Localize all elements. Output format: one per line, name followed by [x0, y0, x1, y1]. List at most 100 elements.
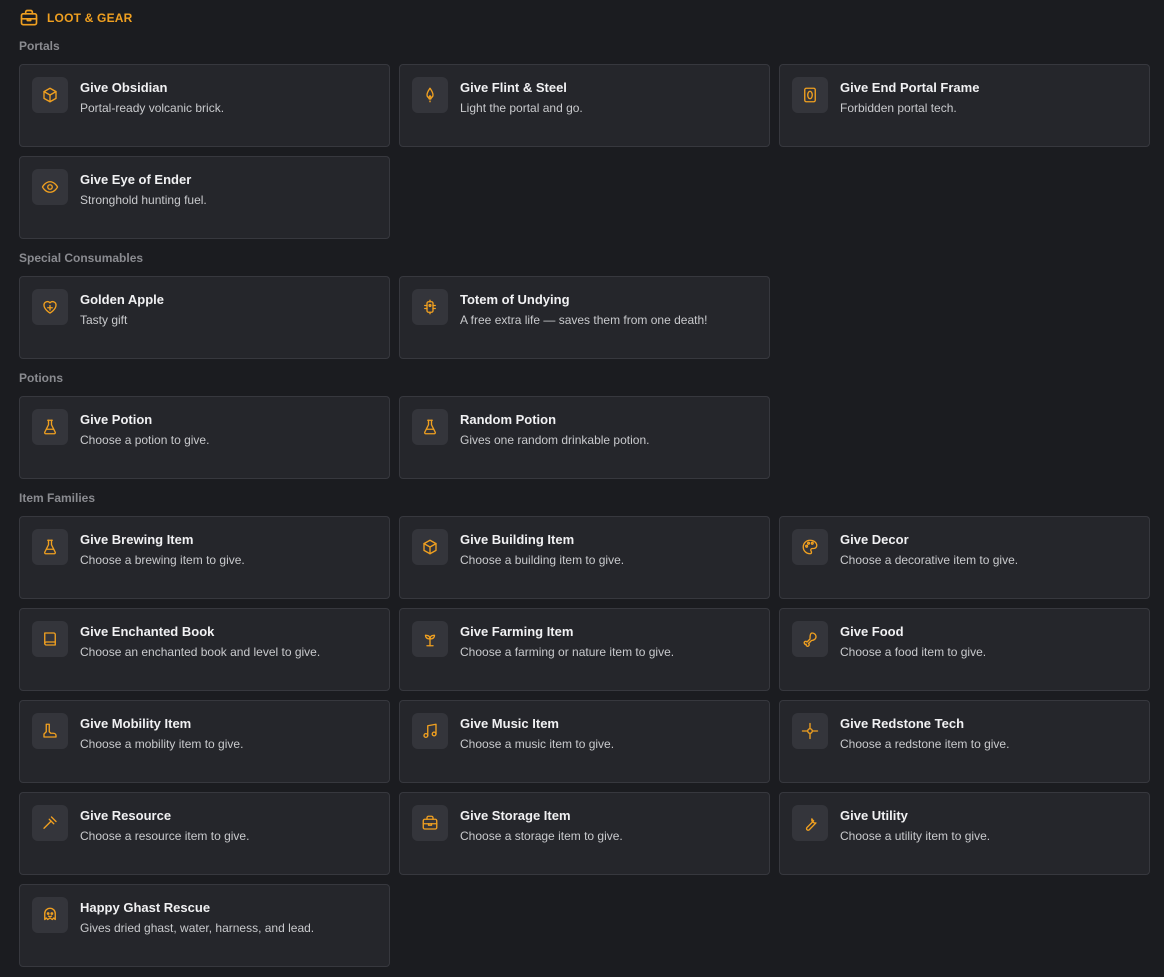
card-happy-ghast-rescue[interactable]: Happy Ghast Rescue Gives dried ghast, wat…: [19, 884, 390, 967]
card-title: Give Enchanted Book: [80, 624, 215, 639]
card-give-farming-item[interactable]: Give Farming Item Choose a farming or nat…: [399, 608, 770, 691]
card-description: Choose a resource item to give.: [80, 829, 250, 843]
card-description: Gives dried ghast, water, harness, and l…: [80, 921, 315, 935]
eye-icon: [32, 169, 68, 205]
cube-icon-svg: [423, 539, 437, 555]
card-give-resource[interactable]: Give Resource Choose a resource item to g…: [19, 792, 390, 875]
drumstick-icon: [792, 621, 828, 657]
totem-icon: [412, 289, 448, 325]
palette-icon: [792, 529, 828, 565]
section-grid-special-consumables: Golden Apple Tasty gift Totem of Undying A …: [19, 276, 1148, 359]
heart-plus-icon-svg: [43, 300, 57, 314]
card-description: Choose a music item to give.: [460, 737, 615, 751]
card-random-potion[interactable]: Random Potion Gives one random drinkable …: [399, 396, 770, 479]
card-give-brewing-item[interactable]: Give Brewing Item Choose a brewing item t…: [19, 516, 390, 599]
card-text: Give Obsidian Portal-ready volcanic brick…: [80, 77, 224, 116]
card-text: Give Music Item Choose a music item to gi…: [460, 713, 614, 752]
card-title: Give Redstone Tech: [840, 716, 965, 731]
flask-icon-svg: [44, 539, 56, 555]
card-description: Choose a potion to give.: [80, 433, 210, 447]
card-give-enchanted-book[interactable]: Give Enchanted Book Choose an enchanted b…: [19, 608, 390, 691]
sprout-icon: [412, 621, 448, 657]
boot-icon: [32, 713, 68, 749]
card-text: Give Potion Choose a potion to give.: [80, 409, 209, 448]
card-totem-of-undying[interactable]: Totem of Undying A free extra life — save…: [399, 276, 770, 359]
wrench-icon: [792, 805, 828, 841]
toolbox-icon: [19, 8, 39, 28]
card-give-food[interactable]: Give Food Choose a food item to give.: [779, 608, 1150, 691]
card-description: Portal-ready volcanic brick.: [80, 101, 225, 115]
totem-icon-svg: [424, 299, 436, 315]
card-give-redstone-tech[interactable]: Give Redstone Tech Choose a redstone item…: [779, 700, 1150, 783]
card-title: Give Storage Item: [460, 808, 571, 823]
card-give-decor[interactable]: Give Decor Choose a decorative item to gi…: [779, 516, 1150, 599]
card-give-end-portal-frame[interactable]: Give End Portal Frame Forbidden portal te…: [779, 64, 1150, 147]
card-give-potion[interactable]: Give Potion Choose a potion to give.: [19, 396, 390, 479]
section-grid-potions: Give Potion Choose a potion to give. Rando…: [19, 396, 1148, 479]
drumstick-icon-svg: [803, 632, 817, 647]
card-title: Totem of Undying: [460, 292, 570, 307]
card-give-obsidian[interactable]: Give Obsidian Portal-ready volcanic brick…: [19, 64, 390, 147]
circuit-icon-svg: [801, 722, 819, 740]
panel-header: LOOT & GEAR: [19, 0, 1148, 36]
card-title: Give End Portal Frame: [840, 80, 980, 95]
heart-plus-icon: [32, 289, 68, 325]
card-give-building-item[interactable]: Give Building Item Choose a building item…: [399, 516, 770, 599]
card-title: Happy Ghast Rescue: [80, 900, 211, 915]
boot-icon-svg: [43, 723, 57, 738]
card-description: Choose a decorative item to give.: [840, 553, 1019, 567]
toolbox-icon: [412, 805, 448, 841]
card-title: Give Building Item: [460, 532, 575, 547]
section-label-item-families: Item Families: [19, 491, 96, 505]
card-title: Give Resource: [80, 808, 172, 823]
flask-icon-svg: [424, 419, 436, 435]
portal-frame-icon-svg: [804, 87, 816, 103]
card-give-utility[interactable]: Give Utility Choose a utility item to giv…: [779, 792, 1150, 875]
flame-icon-svg: [426, 87, 434, 103]
book-icon: [32, 621, 68, 657]
card-golden-apple[interactable]: Golden Apple Tasty gift: [19, 276, 390, 359]
wrench-icon-svg: [805, 818, 817, 831]
card-description: Tasty gift: [80, 313, 128, 327]
card-text: Give Redstone Tech Choose a redstone item…: [840, 713, 1009, 752]
card-text: Give Mobility Item Choose a mobility item…: [80, 713, 243, 752]
card-description: Choose a building item to give.: [460, 553, 625, 567]
cube-icon-svg: [43, 87, 57, 103]
cube-icon: [412, 529, 448, 565]
card-text: Give Food Choose a food item to give.: [840, 621, 986, 660]
section-grid-portals: Give Obsidian Portal-ready volcanic brick…: [19, 64, 1150, 239]
card-description: A free extra life — saves them from one …: [460, 313, 708, 327]
card-title: Give Food: [840, 624, 904, 639]
card-text: Give Utility Choose a utility item to giv…: [840, 805, 990, 844]
section-label-portals: Portals: [19, 39, 60, 53]
card-give-storage-item[interactable]: Give Storage Item Choose a storage item t…: [399, 792, 770, 875]
ghast-icon-svg: [44, 907, 56, 921]
card-text: Give Building Item Choose a building item…: [460, 529, 624, 568]
card-title: Give Eye of Ender: [80, 172, 192, 187]
flask-icon-svg: [44, 419, 56, 435]
card-title: Random Potion: [460, 412, 557, 427]
card-text: Give Storage Item Choose a storage item t…: [460, 805, 623, 844]
card-give-eye-of-ender[interactable]: Give Eye of Ender Stronghold hunting fuel…: [19, 156, 390, 239]
card-description: Choose a food item to give.: [840, 645, 987, 659]
eye-icon-svg: [41, 181, 59, 193]
card-text: Give Farming Item Choose a farming or nat…: [460, 621, 674, 660]
section-label-special-consumables: Special Consumables: [19, 251, 144, 265]
section-list: Portals Give Obsidian Portal-ready volcani…: [19, 36, 1150, 967]
card-give-mobility-item[interactable]: Give Mobility Item Choose a mobility item…: [19, 700, 390, 783]
card-give-flint-and-steel[interactable]: Give Flint & Steel Light the portal and g…: [399, 64, 770, 147]
loot-gear-panel: LOOT & GEAR Portals Give Obsidian Portal-r…: [0, 0, 1164, 967]
card-description: Choose a utility item to give.: [840, 829, 991, 843]
card-title: Give Mobility Item: [80, 716, 192, 731]
card-description: Choose a brewing item to give.: [80, 553, 245, 567]
card-text: Give Resource Choose a resource item to g…: [80, 805, 249, 844]
card-description: Choose a farming or nature item to give.: [460, 645, 675, 659]
card-give-music-item[interactable]: Give Music Item Choose a music item to gi…: [399, 700, 770, 783]
cube-icon: [32, 77, 68, 113]
section-label-potions: Potions: [19, 371, 63, 385]
music-icon: [412, 713, 448, 749]
card-text: Happy Ghast Rescue Gives dried ghast, wat…: [80, 897, 314, 936]
card-title: Give Flint & Steel: [460, 80, 567, 95]
card-description: Gives one random drinkable potion.: [460, 433, 650, 447]
sprout-icon-svg: [424, 634, 436, 647]
